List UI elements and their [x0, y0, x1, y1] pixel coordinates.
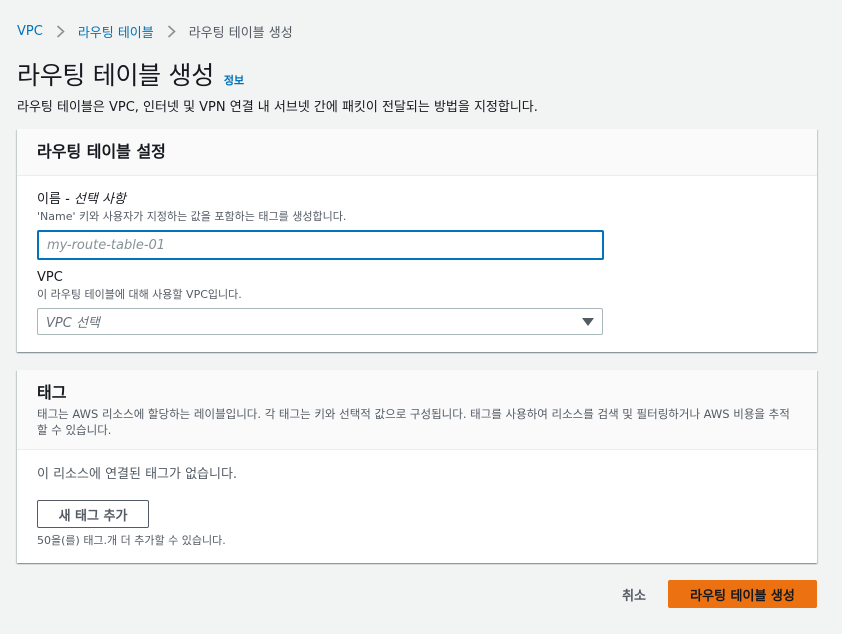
tags-body: 이 리소스에 연결된 태그가 없습니다.: [37, 463, 237, 482]
name-input-placeholder: my-route-table-01: [47, 237, 166, 253]
panel-header: 라우팅 테이블 설정: [17, 129, 817, 176]
breadcrumb-current: 라우팅 테이블 생성: [188, 25, 293, 41]
name-label-text: 이름: [37, 192, 61, 207]
chevron-right-icon: [167, 24, 176, 38]
create-route-table-button[interactable]: 라우팅 테이블 생성: [668, 580, 817, 608]
vpc-hint: 이 라우팅 테이블에 대해 사용할 VPC입니다.: [37, 288, 242, 301]
route-table-settings-panel: 라우팅 테이블 설정 이름 - 선택 사항 'Name' 키와 사용자가 지정하…: [17, 129, 817, 352]
tags-panel: 태그 태그는 AWS 리소스에 할당하는 레이블입니다. 각 태그는 키와 선택…: [17, 370, 817, 563]
name-hint: 'Name' 키와 사용자가 지정하는 값을 포함하는 태그를 생성합니다.: [37, 210, 347, 223]
cancel-button[interactable]: 취소: [622, 585, 646, 604]
form-actions: 취소 라우팅 테이블 생성: [622, 580, 817, 608]
info-link[interactable]: 정보: [224, 72, 244, 88]
name-field: 이름 - 선택 사항 'Name' 키와 사용자가 지정하는 값을 포함하는 태…: [37, 191, 604, 260]
breadcrumb-route-tables[interactable]: 라우팅 테이블: [78, 22, 154, 41]
name-input[interactable]: my-route-table-01: [37, 230, 604, 260]
breadcrumb: VPC 라우팅 테이블 라우팅 테이블 생성: [17, 21, 293, 41]
tags-empty-text: 이 리소스에 연결된 태그가 없습니다.: [37, 467, 238, 482]
name-optional-text: 선택 사항: [73, 192, 126, 207]
vpc-select[interactable]: VPC 선택: [37, 308, 603, 335]
panel-title: 라우팅 테이블 설정: [37, 142, 166, 161]
tags-description: 태그는 AWS 리소스에 할당하는 레이블입니다. 각 태그는 키와 선택적 값…: [37, 407, 790, 437]
page-title: 라우팅 테이블 생성: [17, 61, 214, 90]
vpc-select-value: VPC 선택: [46, 316, 100, 331]
breadcrumb-vpc[interactable]: VPC: [17, 24, 43, 39]
page-header: 라우팅 테이블 생성 정보: [17, 56, 244, 92]
add-tag-button[interactable]: 새 태그 추가: [37, 500, 149, 528]
page-description: 라우팅 테이블은 VPC, 인터넷 및 VPN 연결 내 서브넷 간에 패킷이 …: [17, 100, 538, 115]
chevron-right-icon: [56, 24, 65, 38]
tag-limit-text: 50을(를) 태그.개 더 추가할 수 있습니다.: [37, 534, 226, 547]
vpc-field: VPC 이 라우팅 테이블에 대해 사용할 VPC입니다. VPC 선택: [37, 269, 603, 335]
caret-down-icon: [582, 317, 594, 326]
panel-header: 태그 태그는 AWS 리소스에 할당하는 레이블입니다. 각 태그는 키와 선택…: [17, 370, 817, 450]
panel-title: 태그: [37, 383, 67, 402]
vpc-label: VPC: [37, 270, 63, 285]
name-label: 이름 - 선택 사항: [37, 192, 126, 207]
